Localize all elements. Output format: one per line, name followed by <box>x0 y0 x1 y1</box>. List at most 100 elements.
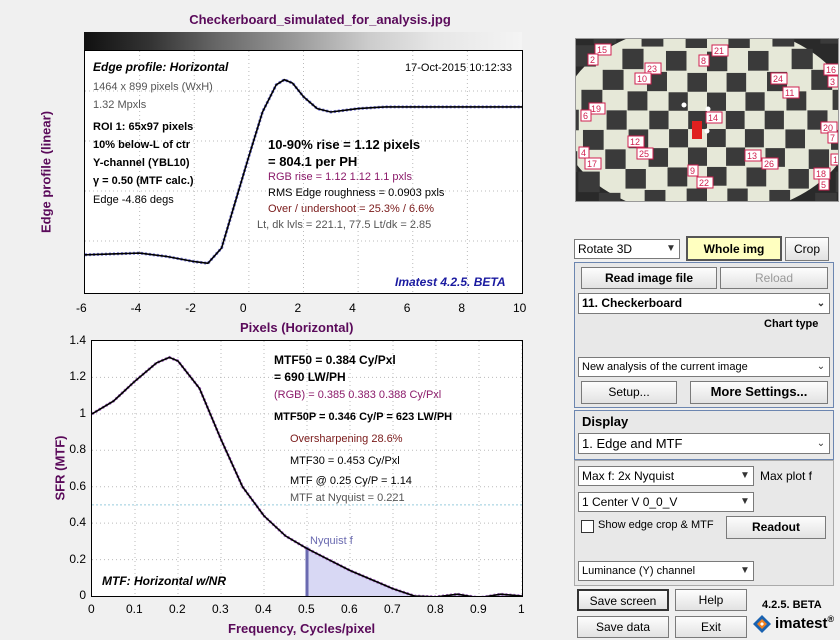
checker-square <box>649 110 669 130</box>
chart-select[interactable]: 11. Checkerboard ⌄ <box>578 293 830 314</box>
max-f-select[interactable]: Max f: 2x Nyquist ▼ <box>578 466 754 486</box>
checker-square <box>707 129 726 148</box>
edge-xtick-label: -2 <box>185 301 196 315</box>
exit-button[interactable]: Exit <box>675 616 747 638</box>
roi-label: 1 <box>833 155 838 165</box>
grayscale-strip <box>84 32 522 50</box>
checker-square <box>644 189 666 201</box>
checker-square <box>687 147 707 166</box>
roi-label: 5 <box>821 180 826 190</box>
checker-square <box>808 149 830 169</box>
read-image-button[interactable]: Read image file <box>581 267 717 289</box>
roi-label: 11 <box>785 88 794 98</box>
checker-square <box>725 110 745 130</box>
roi-label: 22 <box>699 178 709 188</box>
mtf-ytick-label: 1 <box>79 405 86 420</box>
gamma-info: γ = 0.50 (MTF calc.) <box>93 175 194 187</box>
mtf-ytick-label: 0.8 <box>69 442 86 457</box>
mtf-xlabel: Frequency, Cycles/pixel <box>228 621 376 636</box>
mtf-xtick-label: 0.3 <box>212 602 229 616</box>
channel-select[interactable]: Luminance (Y) channel ▼ <box>578 561 754 581</box>
chevron-down-icon: ▼ <box>740 565 750 576</box>
checker-square <box>665 50 687 71</box>
checker-square <box>686 188 707 201</box>
edge-roughness: RMS Edge roughness = 0.0903 pxls <box>268 187 445 199</box>
checker-square <box>627 91 648 111</box>
timestamp: 17-Oct-2015 10:12:33 <box>405 62 513 74</box>
mtf-xtick-label: 0.5 <box>298 602 315 616</box>
checker-square <box>667 167 688 187</box>
checker-square <box>687 72 707 92</box>
version-beta: 4.2.5. BETA <box>762 599 822 611</box>
roi-label: 3 <box>830 77 835 87</box>
image-thumbnail[interactable]: 15 2 21 8 23 10 24 11 16 3 19 6 14 12 25 20 7 4 17 9 22 13 26 1… <box>575 38 839 202</box>
mtf-at-025: MTF @ 0.25 Cy/P = 1.14 <box>290 475 412 487</box>
brand-name: imatest <box>775 615 828 632</box>
checker-square <box>769 189 791 201</box>
display-select[interactable]: 1. Edge and MTF ⌄ <box>578 433 830 454</box>
chevron-down-icon: ▼ <box>740 496 750 507</box>
readout-button[interactable]: Readout <box>726 516 826 539</box>
image-dims: 1464 x 899 pixels (WxH) <box>93 81 213 93</box>
setup-button[interactable]: Setup... <box>581 381 677 404</box>
roi-label: 2 <box>590 55 595 65</box>
mtf50-lwph: = 690 LW/PH <box>274 370 346 384</box>
roi-marker <box>692 121 702 139</box>
roi-label: 9 <box>690 166 695 176</box>
save-screen-button[interactable]: Save screen <box>577 589 669 611</box>
checker-square <box>602 69 624 90</box>
mtf50p-value: MTF50P = 0.346 Cy/P = 623 LW/PH <box>274 411 453 423</box>
light-dark-levels: Lt, dk lvls = 221.1, 77.5 Lt/dk = 2.85 <box>257 219 432 231</box>
rgb-rise: RGB rise = 1.12 1.12 1.1 pxls <box>268 171 412 183</box>
checker-square <box>598 192 621 201</box>
checker-square <box>578 171 600 193</box>
rotate-select[interactable]: Rotate 3D ▼ <box>574 239 680 259</box>
roi-label: 8 <box>701 56 706 66</box>
show-edge-checkbox[interactable] <box>581 520 594 533</box>
roi-select[interactable]: 1 Center V 0_0_V ▼ <box>578 492 754 512</box>
analysis-select[interactable]: New analysis of the current image ⌄ <box>578 357 830 377</box>
checker-square <box>815 192 837 201</box>
roi-label: 13 <box>747 151 757 161</box>
edge-xtick-label: -6 <box>76 301 87 315</box>
checker-square <box>726 147 746 166</box>
more-settings-button[interactable]: More Settings... <box>690 381 828 404</box>
edge-plot-title: Edge profile: Horizontal <box>93 60 229 74</box>
reload-button[interactable]: Reload <box>720 267 828 289</box>
save-data-button[interactable]: Save data <box>577 616 669 638</box>
mtf-ytick-label: 0.6 <box>69 478 86 493</box>
roi-label: 10 <box>637 74 647 84</box>
help-button[interactable]: Help <box>675 589 747 611</box>
checker-square <box>726 72 747 92</box>
chart-select-value: 11. Checkerboard <box>582 296 683 310</box>
roi-label: 15 <box>597 45 607 55</box>
imatest-logo-icon <box>752 614 772 634</box>
checker-square <box>744 129 764 148</box>
roi-label: 19 <box>591 104 601 114</box>
channel-info: Y-channel (YBL10) <box>93 157 190 169</box>
display-select-value: 1. Edge and MTF <box>582 436 683 451</box>
mtf-xtick-label: 0.7 <box>384 602 401 616</box>
window-title: Checkerboard_simulated_for_analysis.jpg <box>189 12 451 27</box>
whole-img-button[interactable]: Whole img <box>686 236 782 261</box>
mtf-ytick-label: 0.2 <box>69 551 86 566</box>
mtf-xtick-label: 1 <box>518 602 525 616</box>
chart-type-label: Chart type <box>764 318 819 330</box>
mtf-ytick-label: 0 <box>79 588 86 602</box>
crop-button[interactable]: Crop <box>785 237 829 261</box>
roi-info: ROI 1: 65x97 pixels <box>93 121 194 133</box>
edge-xlabel: Pixels (Horizontal) <box>240 320 354 335</box>
roi-label: 6 <box>583 111 588 121</box>
checker-square <box>606 110 627 130</box>
checkerboard-preview: 1522182310 2411163196 14122520741792213261… <box>576 39 838 201</box>
checker-square <box>605 149 626 169</box>
roi-label: 24 <box>773 74 783 84</box>
checker-square <box>746 167 767 187</box>
checker-square <box>820 39 838 44</box>
edge-ylabel: Edge profile (linear) <box>38 110 54 234</box>
edge-xtick-label: 6 <box>403 301 411 315</box>
checker-square <box>625 169 646 189</box>
rise-distance: 10-90% rise = 1.12 pixels <box>268 137 421 152</box>
mtf-xtick-label: 0.1 <box>126 602 143 616</box>
roi-label: 17 <box>587 159 597 169</box>
